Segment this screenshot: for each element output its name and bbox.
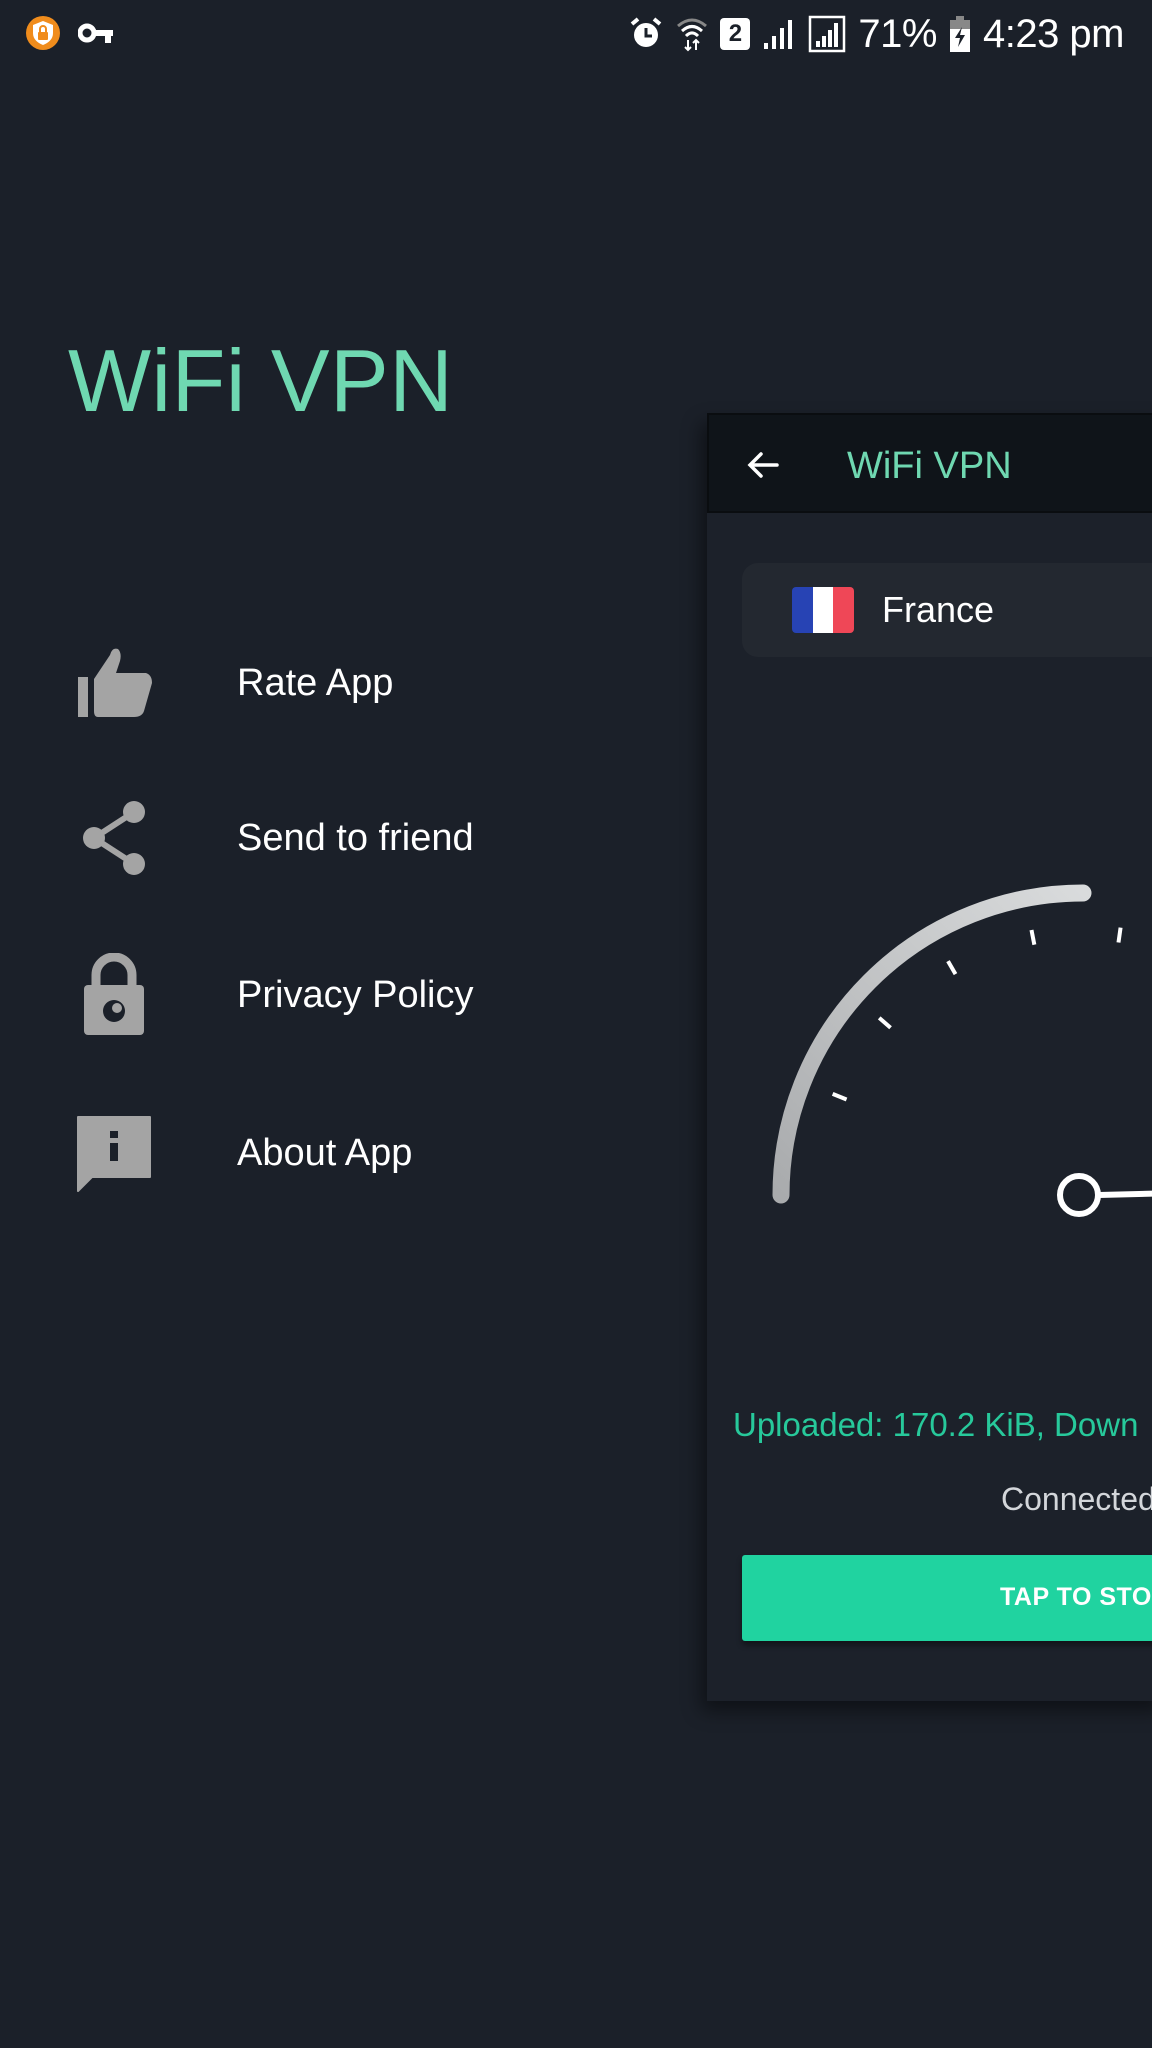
menu-item-about-app[interactable]: About App (70, 1103, 590, 1203)
thumbs-up-icon (78, 648, 152, 717)
menu-label: Rate App (237, 661, 394, 704)
gauge-ticks (831, 927, 1123, 1102)
app-bar: WiFi VPN (707, 413, 1152, 513)
info-message-icon (77, 1116, 151, 1192)
france-flag-icon (792, 587, 854, 633)
menu-item-rate-app[interactable]: Rate App (70, 633, 590, 733)
menu-label: About App (237, 1131, 413, 1174)
main-screen: WiFi VPN France Uploaded: 170.2 KiB, Dow… (707, 413, 1152, 1701)
wifi-data-icon (677, 18, 708, 52)
menu-label: Send to friend (237, 816, 474, 859)
arrow-back-icon[interactable] (741, 443, 785, 487)
gauge-tick (1029, 929, 1037, 946)
gauge-tick (831, 1092, 848, 1102)
app-bar-title: WiFi VPN (847, 445, 1012, 487)
country-name: France (882, 589, 995, 630)
drawer-title: WiFi VPN (68, 331, 454, 430)
speed-gauge (772, 884, 1152, 1217)
battery-charging-icon (949, 16, 970, 52)
vpn-shield-lock-icon (26, 16, 60, 50)
alarm-icon (631, 17, 662, 47)
clock: 4:23 pm (982, 12, 1125, 56)
menu-label: Privacy Policy (237, 973, 474, 1016)
signal-icon (764, 20, 793, 49)
share-icon (83, 801, 145, 875)
menu-item-privacy-policy[interactable]: Privacy Policy (70, 945, 590, 1045)
sim-2-icon: 2 (720, 18, 751, 50)
tap-to-stop-button[interactable]: TAP TO STOP (742, 1555, 1152, 1641)
server-selector[interactable]: France (742, 563, 1152, 657)
gauge-tick (877, 1016, 892, 1030)
menu-item-send-to-friend[interactable]: Send to friend (70, 788, 590, 888)
privacy-lock-icon (84, 953, 144, 1035)
status-bar: 2 71% 4:23 pm (0, 0, 1152, 68)
battery-percent: 71% (858, 12, 937, 56)
signal-boxed-icon (809, 15, 846, 53)
gauge-needle (1098, 1190, 1152, 1198)
connection-status: Connected (1001, 1481, 1152, 1517)
gauge-needle-hub (1057, 1173, 1101, 1217)
tap-to-stop-label: TAP TO STOP (1000, 1583, 1152, 1611)
vpn-key-icon (78, 23, 113, 43)
gauge-arc (772, 884, 1092, 1204)
gauge-tick (1116, 927, 1123, 943)
traffic-stats: Uploaded: 170.2 KiB, Down (733, 1406, 1139, 1443)
gauge-tick (946, 960, 958, 976)
